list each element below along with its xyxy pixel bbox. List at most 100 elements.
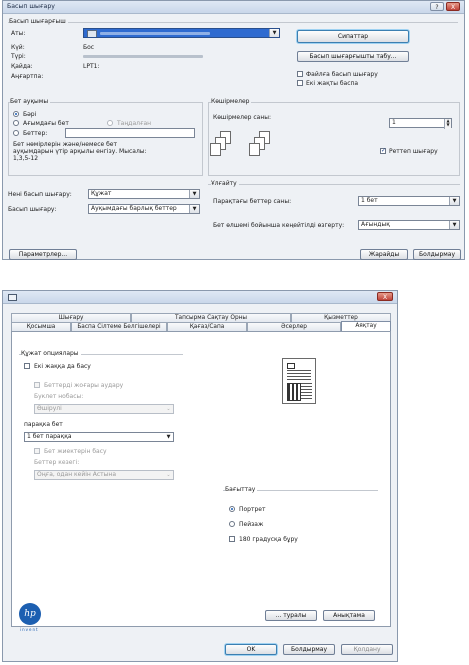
rotate-180-checkbox[interactable] xyxy=(229,536,235,542)
status-value: Бос xyxy=(83,44,95,51)
page-order-label: Беттер кезегі: xyxy=(34,459,80,466)
ok-button[interactable]: Жарайды xyxy=(360,249,408,260)
copies-label: Көшірмелер саны: xyxy=(213,114,272,121)
chevron-down-icon[interactable]: ▼ xyxy=(189,190,199,198)
print-to-file-checkbox[interactable] xyxy=(297,71,303,77)
help-button[interactable]: Анықтама xyxy=(323,610,375,621)
pages-per-sheet-label: парақка бет xyxy=(24,421,63,428)
collate-page-icon xyxy=(210,143,221,156)
zoom-group-label: Ұлғайту xyxy=(211,180,239,187)
print-both-sides-checkbox[interactable] xyxy=(24,363,30,369)
printer-group-label: Басып шығарғыш xyxy=(9,18,68,25)
preview-header-block xyxy=(287,363,295,369)
chevron-down-icon[interactable]: ⌄ xyxy=(164,405,173,413)
scale-select[interactable]: Ағындық ▼ xyxy=(358,220,460,230)
booklet-layout-select[interactable]: Өшірулі ⌄ xyxy=(34,404,174,414)
chevron-down-icon[interactable]: ▼ xyxy=(449,197,459,205)
preview-text-lines xyxy=(287,370,311,380)
cancel-button[interactable]: Болдырмау xyxy=(413,249,461,260)
range-current-label: Ағымдағы бет xyxy=(23,120,69,127)
chevron-down-icon[interactable]: ▼ xyxy=(189,205,199,213)
chevron-down-icon[interactable]: ⌄ xyxy=(164,471,173,479)
help-title-button[interactable]: ? xyxy=(430,2,444,11)
scale-value: Ағындық xyxy=(361,221,390,228)
print-dialog: Басып шығару ? X Басып шығарғыш Аты: ▼ С… xyxy=(2,0,465,260)
page-range-group-label: Бет ауқымы xyxy=(10,98,51,105)
print-select[interactable]: Ауқымдағы барлық беттер ▼ xyxy=(88,204,200,214)
close-icon[interactable]: X xyxy=(377,292,393,301)
tab-job-storage[interactable]: Тапсырма Сақтау Орны xyxy=(131,313,291,322)
print-page-borders-checkbox[interactable] xyxy=(34,448,40,454)
copies-input[interactable]: 1 ▲ ▼ xyxy=(389,118,452,129)
tab-printing-shortcuts[interactable]: Баспа Сілтеме Белгішелері xyxy=(71,322,167,331)
properties-dialog: X Шығару Тапсырма Сақтау Орны Қызметтер … xyxy=(2,290,398,662)
portrait-radio[interactable] xyxy=(229,506,235,512)
document-preview-icon xyxy=(282,358,316,404)
preview-chart-block xyxy=(287,383,301,401)
tab-advanced[interactable]: Қосымша xyxy=(11,322,71,331)
manual-duplex-checkbox[interactable] xyxy=(297,80,303,86)
range-pages-radio[interactable] xyxy=(13,130,19,136)
chevron-down-icon[interactable]: ▼ xyxy=(449,221,459,229)
printer-icon xyxy=(8,294,17,301)
page-order-select[interactable]: Оңға, одан кейін Астына ⌄ xyxy=(34,470,174,480)
copies-spinner[interactable]: ▲ ▼ xyxy=(444,119,451,129)
print-page-borders-label: Бет жиектерін басу xyxy=(44,448,107,455)
page-order-value: Оңға, одан кейін Астына xyxy=(37,471,116,478)
range-all-radio[interactable] xyxy=(13,111,19,117)
where-value: LPT1: xyxy=(83,63,100,70)
cancel-button[interactable]: Болдырмау xyxy=(283,644,335,655)
landscape-label: Пейзаж xyxy=(239,521,264,528)
range-pages-input[interactable] xyxy=(65,128,195,138)
printer-group xyxy=(8,22,458,23)
apply-button[interactable]: Қолдану xyxy=(341,644,393,655)
booklet-layout-value: Өшірулі xyxy=(37,405,62,412)
range-pages-label: Беттер: xyxy=(23,130,48,137)
tab-output[interactable]: Шығару xyxy=(11,313,131,322)
where-label: Қайда: xyxy=(11,63,33,70)
print-dialog-titlebar: Басып шығару ? X xyxy=(3,1,464,14)
print-what-value: Құжат xyxy=(91,190,112,197)
hp-logo-text: hp xyxy=(24,609,36,619)
collate-label: Реттеп шығару xyxy=(389,148,438,155)
range-hint-text: Бет нөмірлерін және/немесе бет ауқымдары… xyxy=(13,141,147,162)
booklet-layout-label: Буклет нобасы: xyxy=(34,393,84,400)
chevron-down-icon[interactable]: ▼ xyxy=(269,29,279,37)
options-button[interactable]: Параметрлер... xyxy=(9,249,77,260)
range-all-label: Бәрі xyxy=(23,111,37,118)
about-button[interactable]: ... туралы xyxy=(265,610,317,621)
print-value: Ауқымдағы барлық беттер xyxy=(91,205,177,212)
pages-per-sheet-value: 1 бет параққа xyxy=(27,433,72,440)
pages-per-sheet-select[interactable]: 1 бет ▼ xyxy=(358,196,460,206)
manual-duplex-label: Екі жақты баспа xyxy=(306,80,359,87)
printer-name-label: Аты: xyxy=(11,30,26,37)
range-selection-radio[interactable] xyxy=(107,120,113,126)
print-what-select[interactable]: Құжат ▼ xyxy=(88,189,200,199)
ok-button[interactable]: OK xyxy=(225,644,277,655)
tab-paper-quality[interactable]: Қағаз/Сапа xyxy=(167,322,247,331)
close-icon[interactable]: X xyxy=(446,2,460,11)
landscape-radio[interactable] xyxy=(229,521,235,527)
print-both-sides-label: Екі жаққа да басу xyxy=(34,363,91,370)
tab-effects[interactable]: Әсерлер xyxy=(247,322,341,331)
properties-dialog-titlebar: X xyxy=(3,291,397,304)
scale-label: Бет өлшемі бойынша кеңейтілді өзгерту: xyxy=(213,222,345,229)
copies-group-label: Көшірмелер xyxy=(211,98,252,105)
collate-page-icon xyxy=(249,143,260,156)
chevron-down-icon[interactable]: ▼ xyxy=(164,433,173,441)
find-printer-button[interactable]: Басып шығарғышты табу... xyxy=(297,51,409,62)
flip-pages-up-checkbox[interactable] xyxy=(34,382,40,388)
zoom-group xyxy=(208,184,460,185)
pages-per-sheet-select[interactable]: 1 бет параққа ▼ xyxy=(24,432,174,442)
flip-pages-up-label: Беттерді жоғары аудару xyxy=(44,382,124,389)
range-selection-label: Таңдалған xyxy=(117,120,152,127)
preview-text-lines xyxy=(301,383,312,399)
range-current-radio[interactable] xyxy=(13,120,19,126)
orientation-group-label: Бағыттау xyxy=(225,486,258,493)
printer-name-select[interactable]: ▼ xyxy=(83,28,280,38)
properties-button[interactable]: Сипаттар xyxy=(297,30,409,43)
print-label: Басып шығару: xyxy=(8,206,57,213)
comment-label: Аңғартпа: xyxy=(11,73,44,80)
collate-checkbox[interactable]: ✓ xyxy=(380,148,386,154)
hp-logo: hp xyxy=(19,603,41,625)
